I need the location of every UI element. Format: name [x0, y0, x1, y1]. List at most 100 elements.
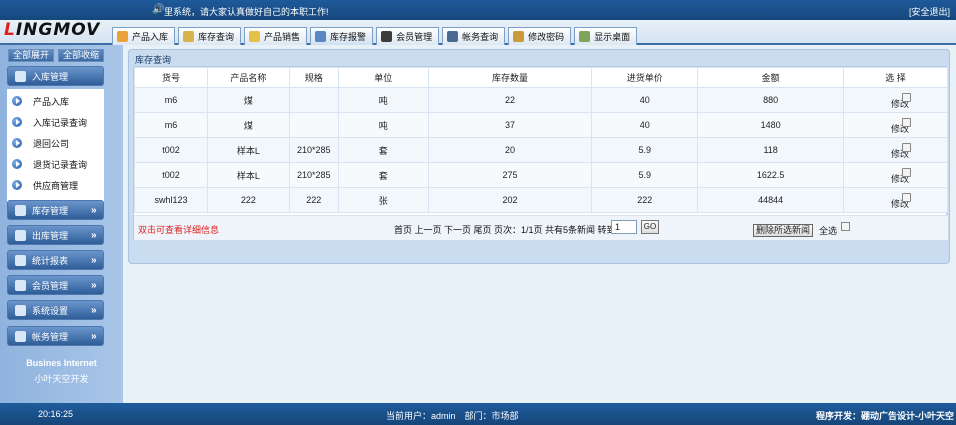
double-click-hint: 双击可查看详细信息 [138, 225, 220, 235]
table-header-row: 货号 产品名称 规格 单位 库存数量 进货单价 金额 选 择 [134, 67, 948, 88]
cell-price: 5.9 [591, 137, 699, 163]
cell-code: swhl123 [134, 187, 208, 213]
sidebar-group-stock-out[interactable]: 出库管理» [7, 225, 104, 245]
cell-price: 40 [591, 87, 699, 113]
cell-select: 修改 [843, 187, 948, 213]
bag-icon [447, 31, 459, 42]
sidebar-item-product-in[interactable]: 产品入库 [7, 91, 104, 111]
tag-icon [249, 31, 261, 42]
column-header: 进货单价 [591, 67, 699, 88]
delete-selected-button[interactable]: 删除所选新闻 [753, 224, 814, 237]
tab-change-password[interactable]: 修改密码 [508, 27, 572, 45]
member-icon [15, 279, 26, 291]
cell-select: 修改 [843, 87, 948, 113]
panel-title: 库存查询 [135, 55, 172, 65]
tab-stock-alarm[interactable]: 库存报警 [310, 27, 374, 45]
expand-all-button[interactable]: 全部展开 [8, 49, 55, 62]
column-header: 货号 [134, 67, 208, 88]
arrow-bullet-icon [12, 180, 22, 190]
arrow-bullet-icon [12, 96, 22, 106]
cell-name: 样本L [206, 162, 290, 188]
cell-amount: 1622.5 [697, 162, 845, 188]
cell-qty: 202 [427, 187, 593, 213]
cell-qty: 275 [427, 162, 593, 188]
sidebar-group-members[interactable]: 会员管理» [7, 275, 104, 295]
double-chevron-icon: » [91, 330, 97, 342]
cell-spec [288, 112, 339, 138]
cell-price: 5.9 [591, 162, 699, 188]
cell-amount: 118 [697, 137, 845, 163]
main-tabs: 产品入库 库存查询 产品销售 库存报警 会员管理 帐务查询 修改密码 显示桌面 [112, 27, 638, 45]
cell-amount: 1480 [697, 112, 845, 138]
desktop-icon [579, 31, 591, 42]
table-row[interactable]: t002 样本L 210*285 套 20 5.9 118 修改 [134, 137, 948, 163]
cell-unit: 套 [337, 137, 429, 163]
tab-product-in[interactable]: 产品入库 [112, 27, 176, 45]
column-header: 金额 [697, 67, 845, 88]
report-icon [15, 254, 26, 266]
cell-unit: 吨 [337, 112, 429, 138]
cell-price: 40 [591, 112, 699, 138]
sidebar-footer-title: Busines Internet [26, 358, 97, 368]
table-row[interactable]: swhl123 222 222 张 202 222 44844 修改 [134, 187, 948, 213]
sidebar-toggle-buttons: 全部展开 全部收缩 [8, 49, 105, 62]
sidebar-item-suppliers[interactable]: 供应商管理 [7, 175, 104, 195]
select-all-checkbox[interactable] [841, 222, 850, 231]
sidebar-group-stock-in[interactable]: 入库管理 [7, 66, 104, 86]
speaker-icon [315, 31, 327, 42]
select-all-label: 全选 [819, 226, 838, 236]
sidebar: 全部展开 全部收缩 入库管理 产品入库 入库记录查询 退回公司 退货记录查询 供… [0, 45, 123, 403]
house-icon [117, 31, 128, 42]
cell-spec [288, 87, 339, 113]
cell-unit: 张 [337, 187, 429, 213]
cell-qty: 22 [427, 87, 593, 113]
tab-member-manage[interactable]: 会员管理 [376, 27, 440, 45]
cell-amount: 880 [697, 87, 845, 113]
tab-stock-query[interactable]: 库存查询 [178, 27, 242, 45]
settings-icon [15, 304, 26, 316]
clock: 20:16:25 [38, 409, 74, 419]
sidebar-group-accounts[interactable]: 帐务管理» [7, 326, 104, 346]
arrow-bullet-icon [12, 117, 22, 127]
cell-unit: 吨 [337, 87, 429, 113]
page-jump-input[interactable]: 1 [611, 220, 637, 234]
table-row[interactable]: m6 煤 吨 22 40 880 修改 [134, 87, 948, 113]
double-chevron-icon: » [91, 279, 97, 291]
table-row[interactable]: m6 煤 吨 37 40 1480 修改 [134, 112, 948, 138]
stock-in-icon [15, 70, 26, 82]
tab-product-sales[interactable]: 产品销售 [244, 27, 308, 45]
row-checkbox[interactable] [902, 93, 912, 102]
row-checkbox[interactable] [902, 168, 912, 177]
row-checkbox[interactable] [902, 118, 912, 127]
arrow-bullet-icon [12, 138, 22, 148]
table-row[interactable]: t002 样本L 210*285 套 275 5.9 1622.5 修改 [134, 162, 948, 188]
double-chevron-icon: » [91, 304, 97, 316]
sidebar-item-return-company[interactable]: 退回公司 [7, 133, 104, 153]
sidebar-item-return-records[interactable]: 退货记录查询 [7, 154, 104, 174]
row-checkbox[interactable] [902, 143, 912, 152]
cell-spec: 210*285 [288, 162, 339, 188]
sidebar-submenu: 产品入库 入库记录查询 退回公司 退货记录查询 供应商管理 [7, 89, 104, 203]
cell-spec: 210*285 [288, 137, 339, 163]
sidebar-group-reports[interactable]: 统计报表» [7, 250, 104, 270]
cell-unit: 套 [337, 162, 429, 188]
sidebar-item-in-records[interactable]: 入库记录查询 [7, 112, 104, 132]
stock-table-wrapper: 货号 产品名称 规格 单位 库存数量 进货单价 金额 选 择 m6 煤 吨 22 [133, 66, 948, 240]
arrow-bullet-icon [12, 159, 22, 169]
cell-qty: 37 [427, 112, 593, 138]
cell-select: 修改 [843, 137, 948, 163]
tab-show-desktop[interactable]: 显示桌面 [574, 27, 638, 45]
sidebar-group-settings[interactable]: 系统设置» [7, 300, 104, 320]
tab-account-query[interactable]: 帐务查询 [442, 27, 506, 45]
sidebar-footer-sub: 小叶天空开发 [34, 374, 89, 384]
row-checkbox[interactable] [902, 193, 912, 202]
key-icon [513, 31, 525, 42]
stock-icon [15, 204, 26, 216]
logout-link[interactable]: [安全退出] [909, 5, 950, 18]
cell-code: t002 [134, 162, 208, 188]
collapse-all-button[interactable]: 全部收缩 [58, 49, 105, 62]
sidebar-group-stock[interactable]: 库存管理» [7, 200, 104, 220]
cell-name: 煤 [206, 87, 290, 113]
go-button[interactable]: GO [641, 220, 659, 234]
pagination[interactable]: 首页 上一页 下一页 尾页 页次：1/1页 共有5条新闻 转到: [394, 223, 618, 236]
